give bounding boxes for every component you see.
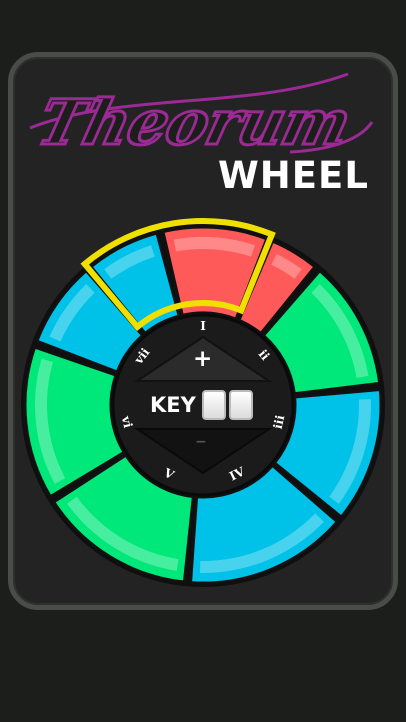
game-screen: Theorum WHEEL + − KEY Iii iii IV Vvi vii [0, 0, 406, 722]
key-digit-box-1[interactable] [202, 390, 226, 420]
key-down-label: − [195, 434, 207, 450]
key-label: KEY [150, 393, 196, 417]
key-digit-box-2[interactable] [229, 390, 253, 420]
numeral-1: I [200, 319, 206, 333]
key-up-label: + [193, 346, 213, 372]
